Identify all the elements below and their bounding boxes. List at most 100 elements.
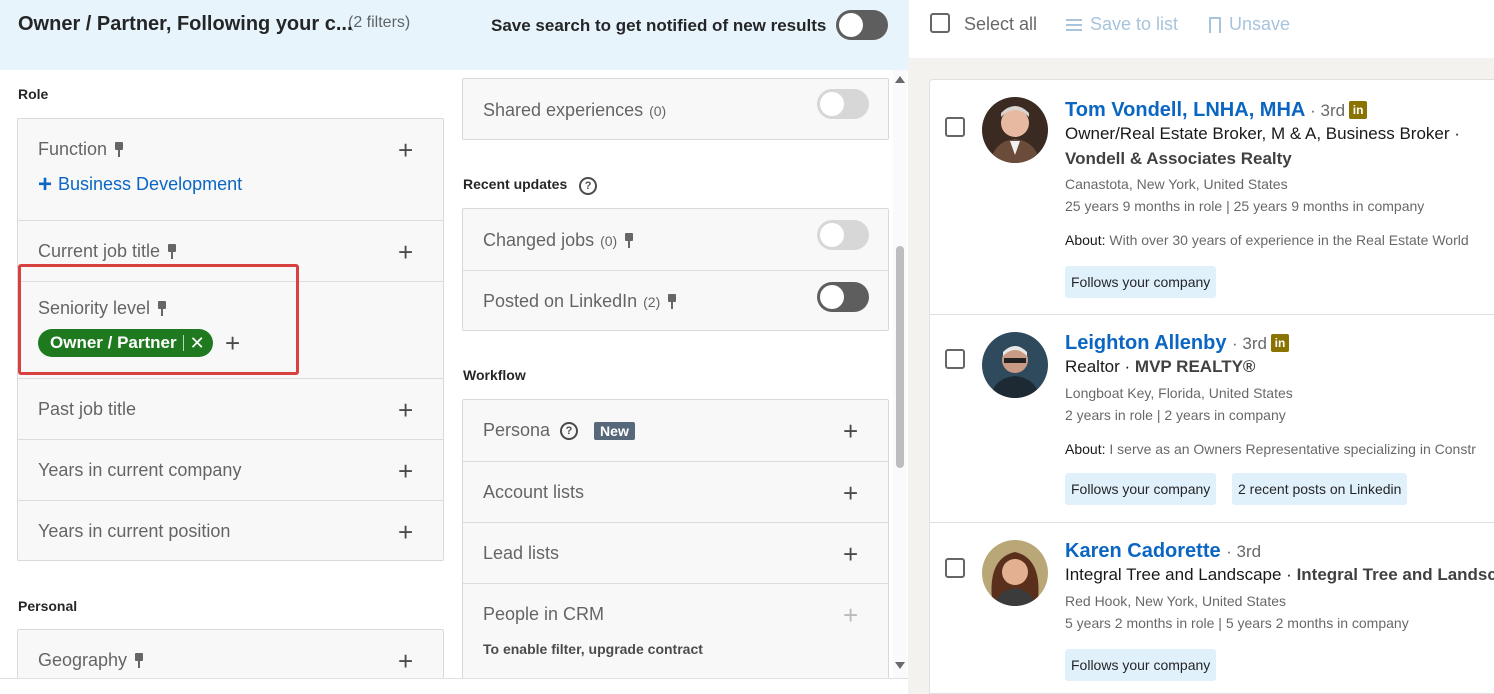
panel-footer	[0, 678, 908, 694]
help-icon[interactable]: ?	[579, 177, 598, 195]
lead-checkbox[interactable]	[945, 349, 965, 369]
scroll-thumb[interactable]	[896, 246, 904, 468]
lead-name[interactable]: Tom Vondell, LNHA, MHA · 3rd in	[1065, 99, 1368, 122]
pin-icon[interactable]	[666, 293, 678, 310]
filter-function-label: Function	[38, 139, 125, 160]
filter-geography-label: Geography	[38, 650, 145, 671]
tag-follows-company: Follows your company	[1065, 266, 1217, 298]
bookmark-icon	[1209, 16, 1221, 39]
scroll-up-icon[interactable]	[895, 76, 905, 83]
pin-icon[interactable]	[133, 652, 145, 669]
changed-jobs-toggle[interactable]	[817, 220, 869, 250]
posted-linkedin-toggle[interactable]	[817, 282, 869, 312]
filter-years-company[interactable]: Years in current company +	[18, 439, 443, 500]
shared-experiences-toggle[interactable]	[817, 89, 869, 119]
filter-persona-label: Persona ? New	[483, 420, 635, 441]
unsave-button[interactable]: Unsave	[1209, 14, 1290, 39]
lead-location: Red Hook, New York, United States	[1065, 593, 1287, 609]
add-function-icon[interactable]: +	[398, 137, 413, 163]
pin-icon[interactable]	[623, 232, 635, 249]
save-to-list-button[interactable]: Save to list	[1066, 14, 1178, 35]
pin-icon[interactable]	[113, 141, 125, 158]
filter-scrollbar[interactable]	[893, 70, 907, 680]
lead-name[interactable]: Leighton Allenby · 3rd in	[1065, 332, 1290, 355]
lead-title: Integral Tree and Landscape · Integral T…	[1065, 565, 1494, 585]
lead-title: Realtor · MVP REALTY®	[1065, 357, 1256, 376]
filter-years-position-label: Years in current position	[38, 521, 231, 541]
list-icon	[1066, 18, 1082, 31]
avatar[interactable]	[982, 332, 1048, 398]
filter-years-company-label: Years in current company	[38, 460, 242, 480]
select-all-checkbox[interactable]	[930, 13, 950, 33]
add-years-company-icon[interactable]: +	[398, 458, 413, 484]
lead-checkbox[interactable]	[945, 117, 965, 137]
tag-follows-company: Follows your company	[1065, 473, 1217, 505]
filter-changed-jobs-label: Changed jobs (0)	[483, 230, 635, 251]
add-geography-icon[interactable]: +	[398, 648, 413, 674]
lead-card: Karen Cadorette · 3rd Integral Tree and …	[930, 523, 1494, 693]
pin-icon[interactable]	[166, 243, 178, 260]
lead-company[interactable]: Integral Tree and Landsca	[1297, 565, 1494, 584]
plus-icon: +	[38, 170, 53, 198]
add-past-job-title-icon[interactable]: +	[398, 397, 413, 423]
add-years-position-icon[interactable]: +	[398, 519, 413, 545]
filter-persona[interactable]: Persona ? New +	[463, 400, 888, 461]
people-in-crm-note: To enable filter, upgrade contract	[483, 641, 703, 657]
filter-panel: Owner / Partner, Following your c... (2 …	[0, 0, 908, 694]
lead-about: About: I serve as an Owners Representati…	[1065, 441, 1476, 457]
filter-account-lists-label: Account lists	[483, 482, 585, 502]
lead-name[interactable]: Karen Cadorette · 3rd	[1065, 540, 1261, 563]
lead-card: Leighton Allenby · 3rd in Realtor · MVP R…	[930, 315, 1494, 523]
lead-tenure: 5 years 2 months in role | 5 years 2 mon…	[1065, 615, 1409, 631]
section-personal: Personal	[18, 598, 78, 614]
lead-card: Tom Vondell, LNHA, MHA · 3rd in Owner/Rea…	[930, 80, 1494, 315]
filter-years-position[interactable]: Years in current position +	[18, 500, 443, 561]
filter-function[interactable]: Function + + Business Development	[18, 119, 443, 220]
filter-posted-linkedin-label: Posted on LinkedIn (2)	[483, 291, 678, 312]
scroll-down-icon[interactable]	[895, 662, 905, 669]
lead-company[interactable]: Vondell & Associates Realty	[1065, 149, 1292, 169]
avatar[interactable]	[982, 97, 1048, 163]
filter-shared-experiences[interactable]: Shared experiences (0)	[463, 79, 888, 141]
function-suggestion[interactable]: + Business Development	[38, 170, 242, 198]
recent-updates-filter-group: Changed jobs (0) Posted on LinkedIn (2)	[462, 208, 889, 331]
filter-people-in-crm-label: People in CRM	[483, 604, 605, 624]
filter-people-in-crm: People in CRM + To enable filter, upgrad…	[463, 583, 888, 690]
tag-follows-company: Follows your company	[1065, 649, 1217, 681]
lead-tenure: 25 years 9 months in role | 25 years 9 m…	[1065, 198, 1425, 214]
add-account-lists-icon[interactable]: +	[843, 480, 858, 506]
new-badge: New	[594, 421, 635, 440]
add-people-in-crm-icon: +	[843, 600, 859, 630]
add-lead-lists-icon[interactable]: +	[843, 541, 858, 567]
help-icon[interactable]: ?	[560, 421, 579, 440]
lead-location: Canastota, New York, United States	[1065, 176, 1288, 192]
spotlight-filter-group: Shared experiences (0)	[462, 78, 889, 140]
add-persona-icon[interactable]: +	[843, 418, 858, 444]
select-all-label[interactable]: Select all	[964, 14, 1037, 35]
section-recent-updates: Recent updates ?	[463, 176, 598, 195]
filter-posted-linkedin[interactable]: Posted on LinkedIn (2)	[463, 270, 888, 331]
filter-lead-lists[interactable]: Lead lists +	[463, 522, 888, 583]
filter-account-lists[interactable]: Account lists +	[463, 461, 888, 522]
add-current-job-title-icon[interactable]: +	[398, 239, 413, 265]
workflow-filter-group: Persona ? New + Account lists + Lead lis…	[462, 399, 889, 689]
filter-lead-lists-label: Lead lists	[483, 543, 560, 563]
filter-shared-experiences-label: Shared experiences (0)	[483, 100, 667, 120]
lead-company[interactable]: MVP REALTY®	[1135, 357, 1256, 376]
lead-checkbox[interactable]	[945, 558, 965, 578]
tag-recent-posts: 2 recent posts on Linkedin	[1232, 473, 1408, 505]
filter-past-job-title[interactable]: Past job title +	[18, 378, 443, 439]
avatar[interactable]	[982, 540, 1048, 606]
lead-tenure: 2 years in role | 2 years in company	[1065, 407, 1286, 423]
linkedin-icon: in	[1349, 101, 1368, 119]
section-workflow: Workflow	[463, 367, 526, 383]
filter-changed-jobs[interactable]: Changed jobs (0)	[463, 209, 888, 270]
search-header: Owner / Partner, Following your c... (2 …	[0, 0, 908, 70]
filter-past-job-title-label: Past job title	[38, 399, 137, 419]
save-search-label: Save search to get notified of new resul…	[491, 16, 827, 35]
lead-location: Longboat Key, Florida, United States	[1065, 385, 1293, 401]
linkedin-icon: in	[1271, 334, 1290, 352]
save-search-toggle[interactable]	[836, 10, 888, 40]
lead-title: Owner/Real Estate Broker, M & A, Busines…	[1065, 124, 1460, 143]
search-title[interactable]: Owner / Partner, Following your c...	[18, 13, 353, 36]
